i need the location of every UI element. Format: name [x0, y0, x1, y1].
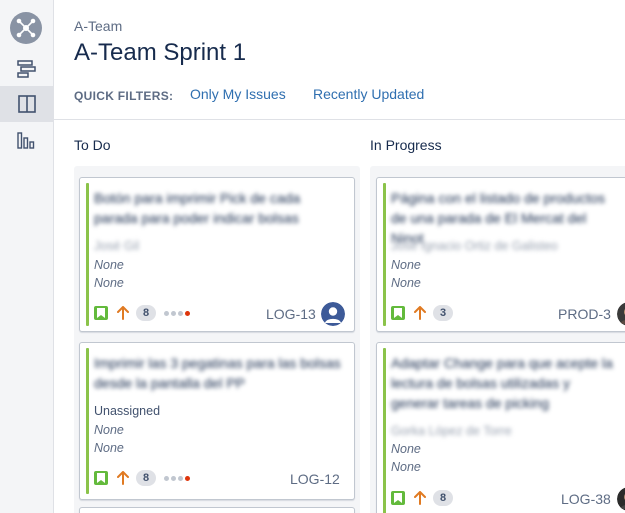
- user-photo-icon: [617, 302, 625, 326]
- card-field-1: None: [391, 258, 421, 272]
- issue-key[interactable]: LOG-38: [561, 491, 611, 507]
- quick-filter-only-my-issues[interactable]: Only My Issues: [190, 86, 286, 102]
- board-title: A-Team Sprint 1: [74, 39, 247, 66]
- story-icon: [391, 306, 405, 320]
- story-points-badge: 8: [136, 305, 156, 321]
- column-in-progress: Página con el listado de productos de un…: [370, 166, 625, 513]
- card-summary: Botón para imprimir Pick de cada parada …: [94, 190, 301, 226]
- board-icon: [18, 95, 36, 113]
- card-field-2: None: [391, 276, 421, 290]
- card-status-stripe: [383, 348, 386, 513]
- assignee-avatar[interactable]: [617, 487, 625, 511]
- card-field-1: None: [391, 442, 421, 456]
- issue-key[interactable]: LOG-13: [266, 306, 316, 322]
- issue-key[interactable]: LOG-12: [290, 471, 340, 487]
- assignee-avatar[interactable]: [321, 302, 345, 326]
- quick-filter-recently-updated[interactable]: Recently Updated: [313, 86, 424, 102]
- card-status-stripe: [86, 183, 89, 326]
- card-footer: 8: [391, 490, 461, 506]
- card-assignee: José Gil: [94, 239, 140, 253]
- story-points-badge: 8: [433, 490, 453, 506]
- issue-card[interactable]: Adaptar Change para que acepte la lectur…: [376, 342, 625, 513]
- story-points-badge: 3: [433, 305, 453, 321]
- quick-filters-label: QUICK FILTERS:: [74, 89, 174, 103]
- reports-icon: [17, 132, 35, 149]
- card-footer: 8: [94, 305, 192, 321]
- days-in-column-dots: [164, 310, 192, 316]
- project-name[interactable]: A-Team: [74, 18, 122, 34]
- card-field-1: None: [94, 258, 124, 272]
- card-assignee: Unassigned: [94, 404, 161, 418]
- card-assignee: Gorka López de Torre: [391, 424, 512, 438]
- user-avatar-icon: [321, 302, 345, 326]
- project-avatar[interactable]: [10, 12, 42, 44]
- rail-item-reports[interactable]: [0, 122, 54, 158]
- header-divider: [54, 119, 625, 120]
- assignee-avatar[interactable]: [617, 302, 625, 326]
- days-in-column-dots: [164, 475, 192, 481]
- card-summary: Imprimir las 3 pegatinas para las bolsas…: [94, 355, 341, 391]
- priority-high-icon: [116, 305, 130, 321]
- rail-item-backlog[interactable]: [0, 51, 54, 87]
- column-header-in-progress: In Progress: [370, 137, 442, 153]
- story-points-badge: 8: [136, 470, 156, 486]
- card-field-2: None: [94, 276, 124, 290]
- column-todo: Botón para imprimir Pick de cada parada …: [74, 166, 360, 513]
- rail-item-board[interactable]: [0, 86, 54, 122]
- card-summary: Adaptar Change para que acepte la lectur…: [391, 355, 613, 411]
- priority-high-icon: [116, 470, 130, 486]
- left-rail: [0, 0, 54, 513]
- issue-key[interactable]: PROD-3: [558, 306, 611, 322]
- issue-card[interactable]: Botón para imprimir Pick de cada parada …: [79, 177, 355, 332]
- column-header-todo: To Do: [74, 137, 111, 153]
- issue-card[interactable]: Página con el listado de productos de un…: [376, 177, 625, 332]
- card-status-stripe: [383, 183, 386, 326]
- card-field-2: None: [391, 460, 421, 474]
- card-field-2: None: [94, 441, 124, 455]
- card-field-1: None: [94, 423, 124, 437]
- story-icon: [94, 471, 108, 485]
- card-footer: 3: [391, 305, 461, 321]
- issue-card[interactable]: [79, 507, 355, 513]
- backlog-icon: [17, 60, 36, 78]
- issue-card[interactable]: Imprimir las 3 pegatinas para las bolsas…: [79, 342, 355, 500]
- card-status-stripe: [86, 348, 89, 494]
- card-assignee: José Ignacio Ortiz de Galisteo: [391, 239, 558, 253]
- priority-high-icon: [413, 305, 427, 321]
- user-photo-icon: [617, 487, 625, 511]
- card-footer: 8: [94, 470, 192, 486]
- priority-high-icon: [413, 490, 427, 506]
- project-logo-icon: [16, 18, 36, 38]
- story-icon: [94, 306, 108, 320]
- story-icon: [391, 491, 405, 505]
